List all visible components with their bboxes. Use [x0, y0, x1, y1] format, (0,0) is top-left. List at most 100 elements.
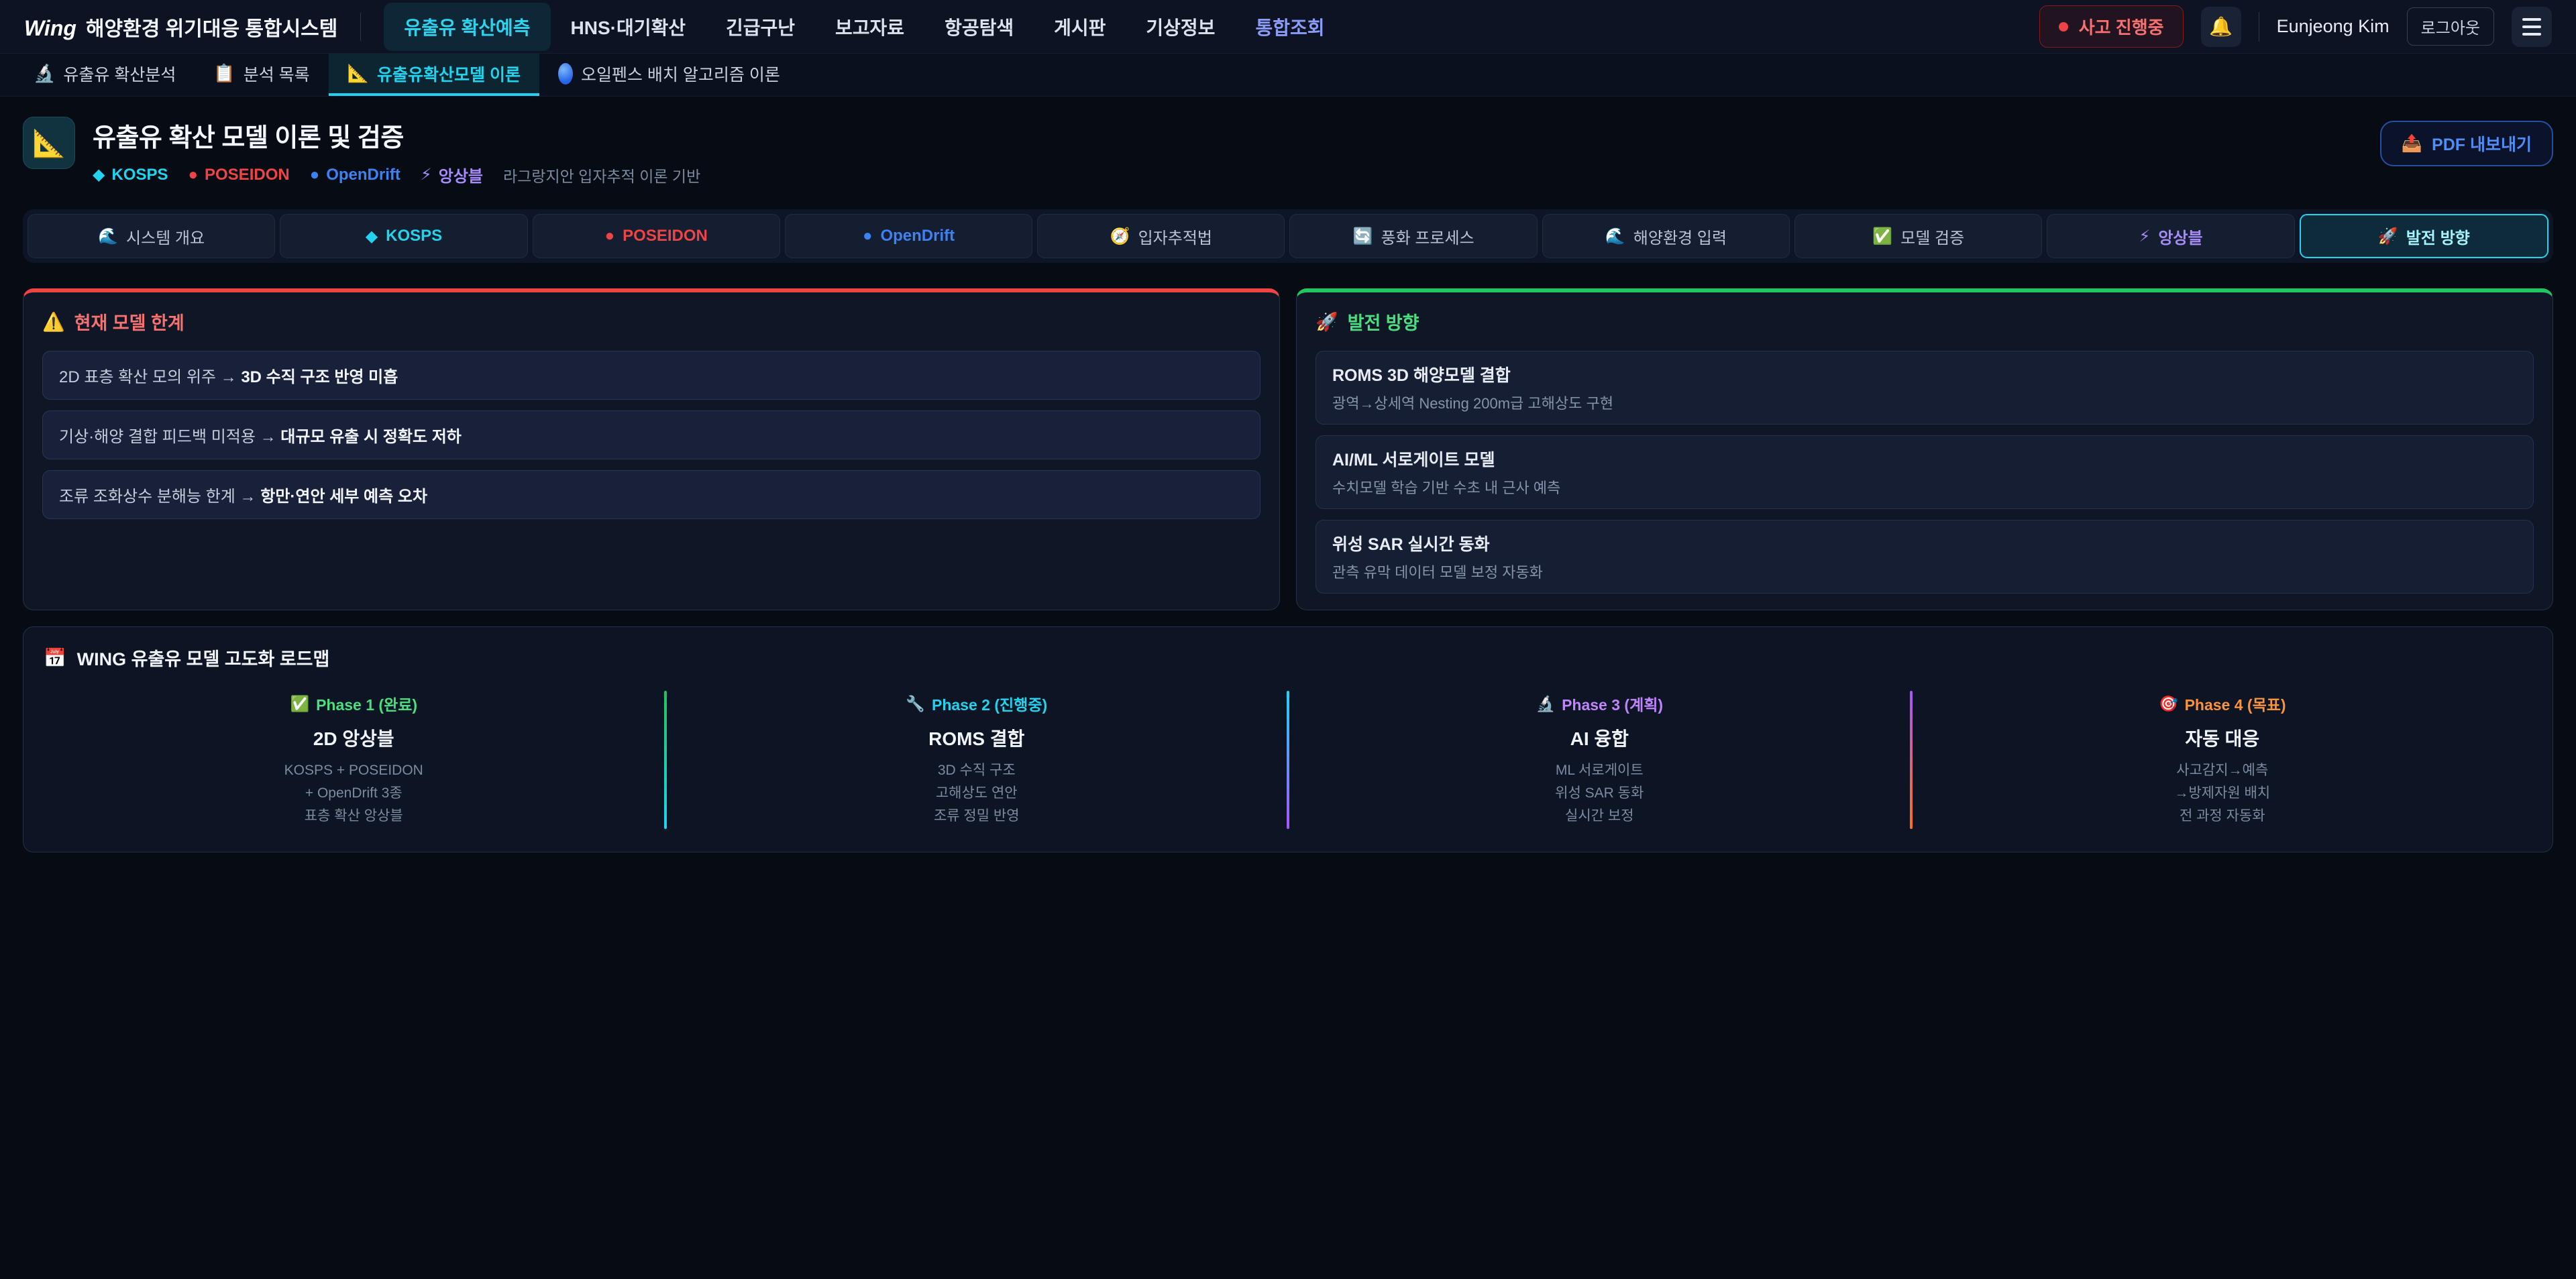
phase-4-badge: 🎯 Phase 4 (목표): [2159, 692, 2286, 715]
phase-2-column: 🔧 Phase 2 (진행중) ROMS 결합 3D 수직 구조 고해상도 연안…: [667, 688, 1287, 832]
phase-2-badge: 🔧 Phase 2 (진행중): [906, 692, 1047, 715]
phase-1-details: KOSPS + POSEIDON + OpenDrift 3종 표층 확산 앙상…: [44, 759, 664, 828]
nav-tab-aerial-search[interactable]: 항공탐색: [924, 3, 1034, 51]
wrench-icon: 🔧: [906, 695, 925, 713]
chip-future-direction[interactable]: 🚀 발전 방향: [2300, 214, 2548, 258]
lightning-icon: ⚡: [421, 165, 432, 184]
compass-icon: 🧭: [1110, 227, 1130, 246]
limitation-item: 2D 표층 확산 모의 위주 → 3D 수직 구조 반영 미흡: [42, 351, 1260, 400]
subtab-analysis-list[interactable]: 📋 분석 목록: [195, 54, 328, 96]
main-content: 📐 유출유 확산 모델 이론 및 검증 ◆ KOSPS ● POSEIDON ●…: [0, 117, 2576, 852]
check-icon: ✅: [290, 695, 309, 713]
chip-ocean-env-input[interactable]: 🌊 해양환경 입력: [1542, 214, 1790, 258]
limitation-item: 기상·해양 결합 피드백 미적용 → 대규모 유출 시 정확도 저하: [42, 410, 1260, 459]
page-header-texts: 유출유 확산 모델 이론 및 검증 ◆ KOSPS ● POSEIDON ● O…: [93, 117, 700, 186]
export-icon: 📤: [2402, 134, 2422, 154]
future-title: 🚀 발전 방향: [1316, 309, 2534, 335]
chip-kosps[interactable]: ◆ KOSPS: [280, 214, 527, 258]
nav-tab-emergency-rescue[interactable]: 긴급구난: [706, 3, 815, 51]
lightning-icon: ⚡: [2139, 227, 2150, 246]
check-icon: ✅: [1872, 227, 1892, 246]
future-direction-panel: 🚀 발전 방향 ROMS 3D 해양모델 결합 광역→상세역 Nesting 2…: [1296, 288, 2553, 610]
chip-weathering-process[interactable]: 🔄 풍화 프로세스: [1289, 214, 1537, 258]
page-header: 📐 유출유 확산 모델 이론 및 검증 ◆ KOSPS ● POSEIDON ●…: [23, 117, 2553, 186]
phase-3-badge: 🔬 Phase 3 (계획): [1536, 692, 1663, 715]
notification-bell-button[interactable]: 🔔: [2201, 7, 2241, 47]
logout-button[interactable]: 로그아웃: [2407, 7, 2494, 46]
app-logo: Wing 해양환경 위기대응 통합시스템: [24, 12, 337, 42]
user-name: Eunjeong Kim: [2277, 16, 2390, 37]
rocket-icon: 🚀: [2378, 227, 2398, 246]
chip-ensemble[interactable]: ⚡ 앙상블: [2047, 214, 2294, 258]
chip-opendrift[interactable]: ● OpenDrift: [785, 214, 1032, 258]
chip-model-validation[interactable]: ✅ 모델 검증: [1794, 214, 2042, 258]
target-icon: 🎯: [2159, 695, 2178, 713]
future-item: ROMS 3D 해양모델 결합 광역→상세역 Nesting 200m급 고해상…: [1316, 351, 2534, 425]
incident-status-label: 사고 진행중: [2079, 14, 2164, 39]
future-list: ROMS 3D 해양모델 결합 광역→상세역 Nesting 200m급 고해상…: [1316, 351, 2534, 594]
clipboard-icon: 📋: [213, 63, 235, 84]
nav-tab-weather[interactable]: 기상정보: [1126, 3, 1235, 51]
roadmap-phases: ✅ Phase 1 (완료) 2D 앙상블 KOSPS + POSEIDON +…: [44, 688, 2532, 832]
page-title: 유출유 확산 모델 이론 및 검증: [93, 117, 700, 154]
calendar-icon: 📅: [44, 647, 66, 669]
logo-mark: Wing: [24, 16, 76, 41]
nav-tab-oil-spill-prediction[interactable]: 유출유 확산예측: [384, 3, 550, 51]
topnav-right-cluster: 사고 진행중 🔔 Eunjeong Kim 로그아웃: [2039, 5, 2552, 48]
circle-icon: ●: [863, 227, 873, 245]
pdf-export-button[interactable]: 📤 PDF 내보내기: [2380, 121, 2553, 166]
model-badge-row: ◆ KOSPS ● POSEIDON ● OpenDrift ⚡ 앙상블 라그랑…: [93, 163, 700, 186]
phase-1-column: ✅ Phase 1 (완료) 2D 앙상블 KOSPS + POSEIDON +…: [44, 688, 664, 832]
microscope-icon: 🔬: [1536, 695, 1555, 713]
subtab-spill-analysis[interactable]: 🔬 유출유 확산분석: [15, 54, 195, 96]
limitations-title: ⚠️ 현재 모델 한계: [42, 309, 1260, 335]
phase-1-badge: ✅ Phase 1 (완료): [290, 692, 417, 715]
nav-tab-integrated-search[interactable]: 통합조회: [1235, 3, 1344, 51]
phase-4-column: 🎯 Phase 4 (목표) 자동 대응 사고감지→예측 →방제자원 배치 전 …: [1913, 688, 2533, 832]
nav-tab-board[interactable]: 게시판: [1034, 3, 1126, 51]
page-icon-box: 📐: [23, 117, 75, 169]
hamburger-menu-button[interactable]: [2512, 7, 2552, 47]
nav-tab-reports[interactable]: 보고자료: [815, 3, 924, 51]
incident-status-badge[interactable]: 사고 진행중: [2039, 5, 2184, 48]
subtab-model-theory[interactable]: 📐 유출유확산모델 이론: [329, 54, 539, 96]
phase-1-title: 2D 앙상블: [44, 724, 664, 751]
circle-icon: ●: [310, 166, 320, 184]
nav-divider: [360, 13, 361, 41]
chip-system-overview[interactable]: 🌊 시스템 개요: [28, 214, 275, 258]
chip-particle-tracking[interactable]: 🧭 입자추적법: [1037, 214, 1285, 258]
limitation-item: 조류 조화상수 분해능 한계 → 항만·연안 세부 예측 오차: [42, 470, 1260, 519]
oil-fence-icon: [558, 63, 573, 85]
badge-kosps: ◆ KOSPS: [93, 165, 168, 184]
current-limitations-panel: ⚠️ 현재 모델 한계 2D 표층 확산 모의 위주 → 3D 수직 구조 반영…: [23, 288, 1280, 610]
badge-ensemble: ⚡ 앙상블: [421, 163, 483, 186]
phase-2-title: ROMS 결합: [667, 724, 1287, 751]
triangle-ruler-icon: 📐: [32, 127, 66, 159]
subtab-label: 유출유 확산분석: [63, 62, 176, 86]
microscope-icon: 🔬: [34, 63, 55, 84]
phase-2-details: 3D 수직 구조 고해상도 연안 조류 정밀 반영: [667, 759, 1287, 828]
wave-icon: 🌊: [1605, 227, 1625, 246]
chip-poseidon[interactable]: ● POSEIDON: [533, 214, 780, 258]
top-navigation: Wing 해양환경 위기대응 통합시스템 유출유 확산예측 HNS·대기확산 긴…: [0, 0, 2576, 54]
phase-3-title: AI 융합: [1289, 724, 1910, 751]
wave-icon: 🌊: [98, 227, 118, 246]
app-title: 해양환경 위기대응 통합시스템: [86, 12, 337, 42]
badge-poseidon: ● POSEIDON: [189, 166, 290, 184]
circle-icon: ●: [189, 166, 199, 184]
triangle-ruler-icon: 📐: [347, 63, 369, 84]
sub-navigation: 🔬 유출유 확산분석 📋 분석 목록 📐 유출유확산모델 이론 오일펜스 배치 …: [0, 54, 2576, 97]
diamond-icon: ◆: [93, 165, 105, 184]
limitations-list: 2D 표층 확산 모의 위주 → 3D 수직 구조 반영 미흡 기상·해양 결합…: [42, 351, 1260, 519]
rocket-icon: 🚀: [1316, 311, 1338, 333]
subtab-label: 분석 목록: [244, 62, 310, 86]
subtab-label: 오일펜스 배치 알고리즘 이론: [581, 62, 780, 86]
roadmap-title: 📅 WING 유출유 모델 고도화 로드맵: [44, 645, 2532, 671]
main-nav-tabs: 유출유 확산예측 HNS·대기확산 긴급구난 보고자료 항공탐색 게시판 기상정…: [384, 0, 1344, 53]
nav-tab-hns-atmospheric[interactable]: HNS·대기확산: [551, 3, 706, 51]
section-chip-bar: 🌊 시스템 개요 ◆ KOSPS ● POSEIDON ● OpenDrift …: [23, 209, 2553, 263]
bell-icon: 🔔: [2209, 15, 2233, 38]
future-item: 위성 SAR 실시간 동화 관측 유막 데이터 모델 보정 자동화: [1316, 520, 2534, 594]
subtab-oil-fence-algorithm[interactable]: 오일펜스 배치 알고리즘 이론: [539, 54, 799, 96]
panels-row: ⚠️ 현재 모델 한계 2D 표층 확산 모의 위주 → 3D 수직 구조 반영…: [23, 288, 2553, 610]
